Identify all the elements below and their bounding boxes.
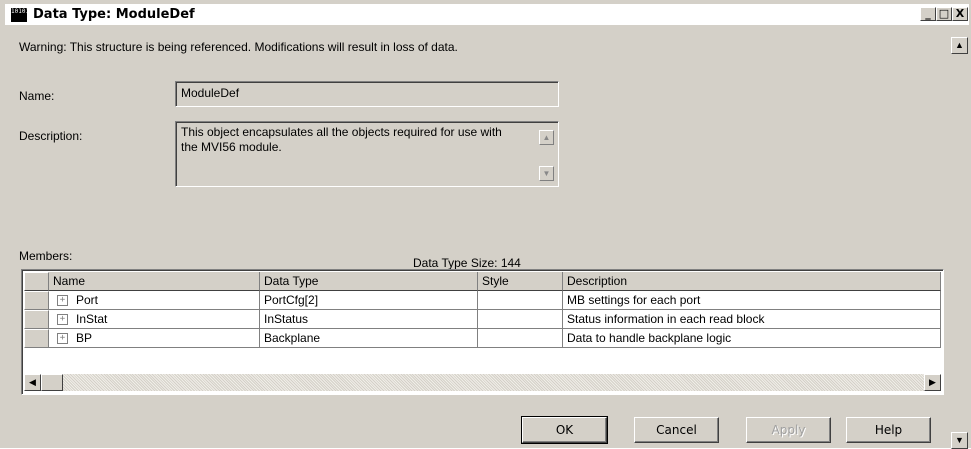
- member-name: InStat: [76, 312, 108, 326]
- members-label: Members:: [19, 249, 73, 263]
- apply-button[interactable]: Apply: [746, 417, 831, 443]
- title-bar[interactable]: 101010 Data Type: ModuleDef _ □ X: [5, 4, 969, 25]
- data-type-icon: 101010: [11, 8, 27, 22]
- scroll-right-icon[interactable]: ▶: [924, 374, 941, 391]
- description-value: This object encapsulates all the objects…: [181, 125, 502, 154]
- dialog-window: 101010 Data Type: ModuleDef _ □ X Warnin…: [0, 0, 971, 449]
- data-type-size: Data Type Size: 144: [413, 256, 521, 270]
- member-data-type[interactable]: PortCfg[2]: [260, 291, 478, 310]
- description-scroll-down-icon[interactable]: ▼: [539, 166, 554, 181]
- scroll-left-icon[interactable]: ◀: [24, 374, 41, 391]
- description-label: Description:: [19, 129, 83, 143]
- column-header-data-type[interactable]: Data Type: [260, 272, 478, 291]
- column-header-style[interactable]: Style: [478, 272, 563, 291]
- member-description[interactable]: MB settings for each port: [563, 291, 941, 310]
- close-button[interactable]: X: [952, 7, 968, 21]
- grid-header-row: Name Data Type Style Description: [24, 272, 941, 291]
- row-selector[interactable]: [24, 310, 49, 329]
- description-field[interactable]: This object encapsulates all the objects…: [175, 121, 559, 187]
- member-data-type[interactable]: InStatus: [260, 310, 478, 329]
- scroll-up-icon[interactable]: ▲: [951, 37, 968, 54]
- members-grid[interactable]: Name Data Type Style Description + Port P…: [21, 269, 944, 395]
- member-style[interactable]: [478, 291, 563, 310]
- scroll-down-icon[interactable]: ▼: [951, 432, 968, 449]
- column-header-description[interactable]: Description: [563, 272, 941, 291]
- grid-horizontal-scrollbar[interactable]: ◀ ▶: [24, 374, 941, 391]
- maximize-button[interactable]: □: [936, 7, 952, 21]
- member-name-cell[interactable]: + InStat: [49, 310, 260, 329]
- name-label: Name:: [19, 89, 55, 103]
- row-selector[interactable]: [24, 291, 49, 310]
- member-style[interactable]: [478, 329, 563, 348]
- window-title: Data Type: ModuleDef: [33, 7, 195, 22]
- cancel-button[interactable]: Cancel: [634, 417, 719, 443]
- column-header-name[interactable]: Name: [49, 272, 260, 291]
- expand-plus-icon[interactable]: +: [57, 295, 68, 307]
- member-name: BP: [76, 331, 93, 345]
- warning-text: Warning: This structure is being referen…: [19, 40, 458, 54]
- ok-button[interactable]: OK: [521, 416, 608, 444]
- member-data-type[interactable]: Backplane: [260, 329, 478, 348]
- table-row[interactable]: + InStat InStatus Status information in e…: [24, 310, 941, 329]
- help-button[interactable]: Help: [846, 417, 931, 443]
- expand-plus-icon[interactable]: +: [57, 333, 68, 345]
- member-description[interactable]: Data to handle backplane logic: [563, 329, 941, 348]
- member-description[interactable]: Status information in each read block: [563, 310, 941, 329]
- table-row[interactable]: + Port PortCfg[2] MB settings for each po…: [24, 291, 941, 310]
- name-field[interactable]: ModuleDef: [175, 81, 559, 107]
- table-row[interactable]: + BP Backplane Data to handle backplane l…: [24, 329, 941, 348]
- scroll-thumb[interactable]: [41, 374, 63, 391]
- description-scroll-up-icon[interactable]: ▲: [539, 130, 554, 145]
- member-style[interactable]: [478, 310, 563, 329]
- header-corner: [24, 272, 49, 291]
- member-name-cell[interactable]: + BP: [49, 329, 260, 348]
- member-name: Port: [76, 293, 99, 307]
- expand-plus-icon[interactable]: +: [57, 314, 68, 326]
- row-selector[interactable]: [24, 329, 49, 348]
- member-name-cell[interactable]: + Port: [49, 291, 260, 310]
- dialog-client-area: Warning: This structure is being referen…: [11, 37, 948, 449]
- minimize-button[interactable]: _: [920, 7, 936, 21]
- name-value: ModuleDef: [181, 86, 240, 100]
- window-vertical-scrollbar[interactable]: ▲ ▼: [951, 37, 968, 449]
